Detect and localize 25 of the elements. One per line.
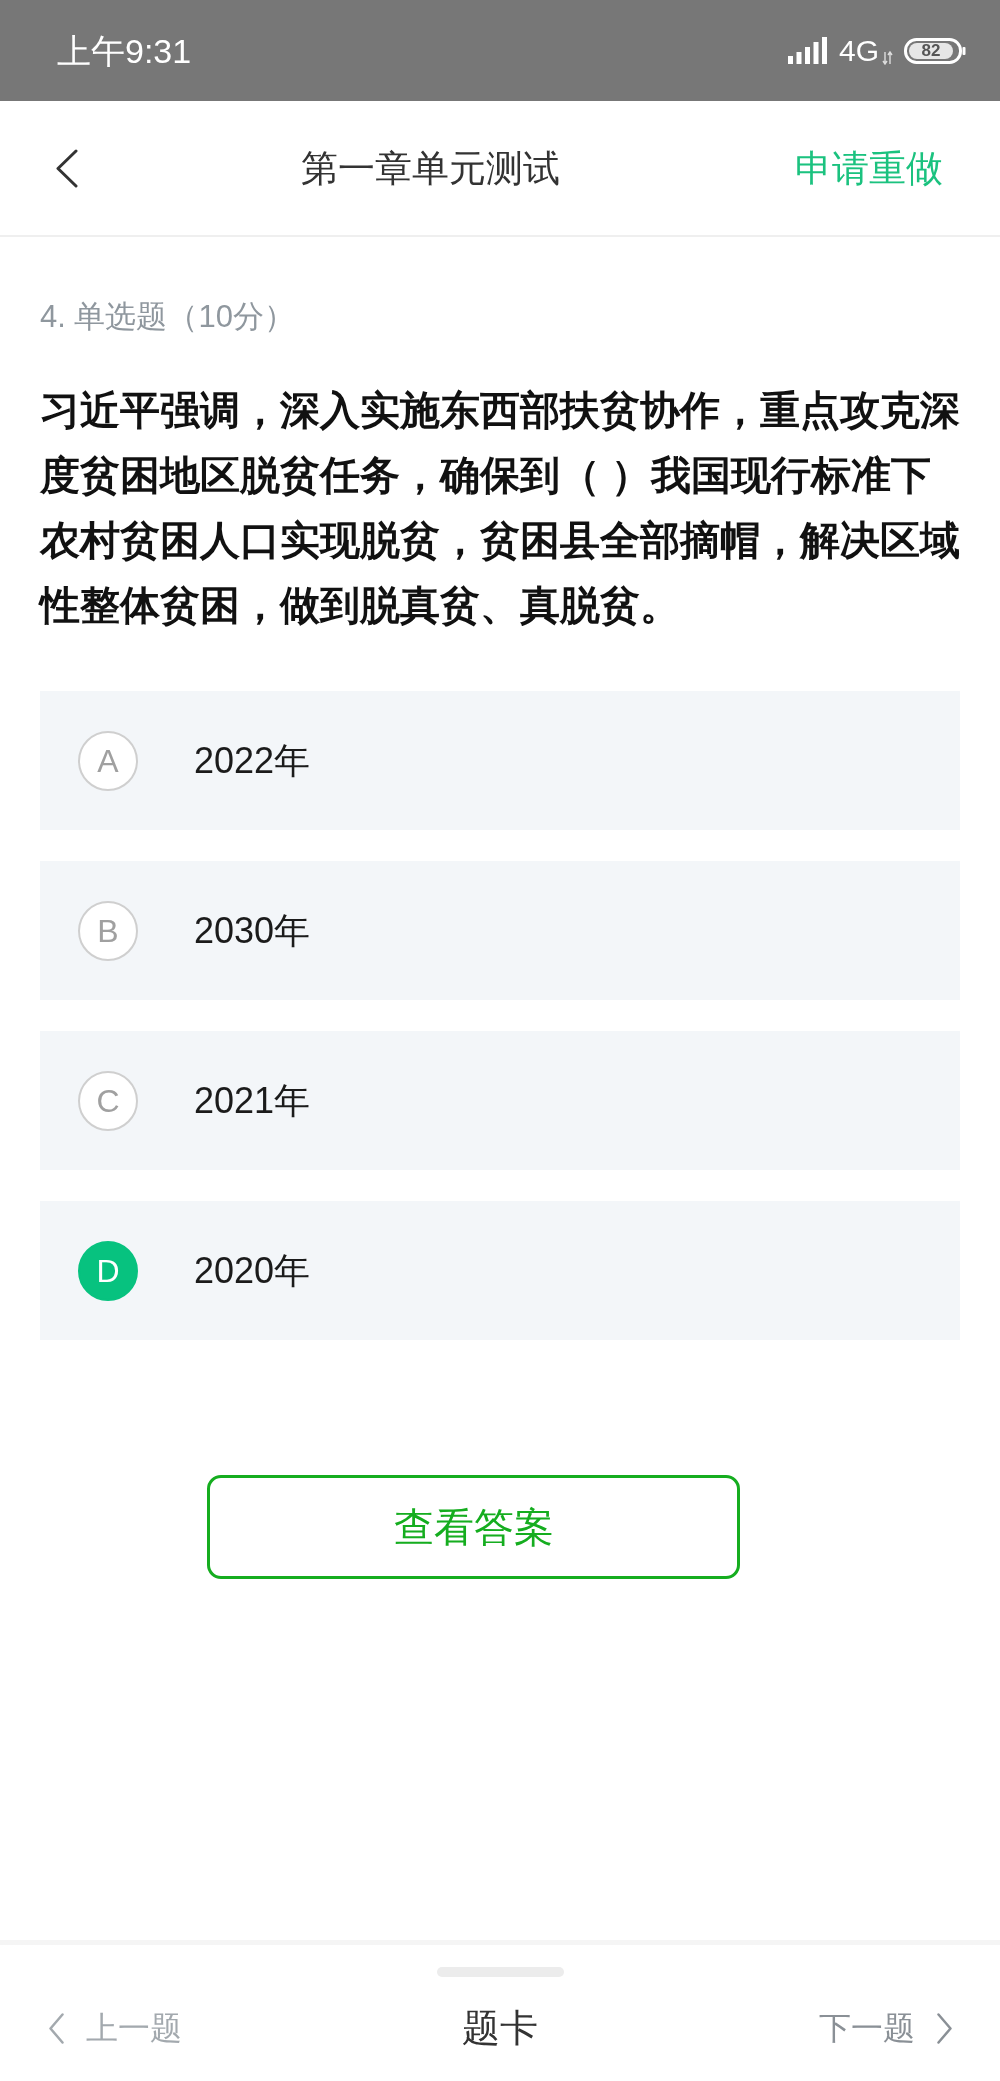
option-text: 2021年	[194, 1082, 311, 1119]
battery-icon	[904, 37, 966, 64]
option-text: 2020年	[194, 1252, 311, 1289]
question-card-button[interactable]: 题卡	[462, 2009, 538, 2047]
answer-option[interactable]: D 2020年	[40, 1201, 960, 1340]
question-type-label: 4. 单选题（10分）	[40, 298, 296, 336]
option-letter-marker: C	[78, 1070, 138, 1131]
chevron-left-icon	[49, 2012, 64, 2044]
battery-percent: 82	[921, 42, 941, 59]
chevron-left-icon	[56, 148, 78, 188]
data-transfer-icon	[882, 50, 893, 65]
chevron-right-icon	[937, 2012, 952, 2044]
option-letter-marker: B	[78, 900, 138, 961]
answer-option[interactable]: B 2030年	[40, 861, 960, 1000]
option-letter-marker: D	[78, 1240, 138, 1301]
page-title: 第一章单元测试	[301, 149, 560, 187]
answer-option[interactable]: C 2021年	[40, 1031, 960, 1170]
option-letter-marker: A	[78, 730, 138, 791]
answer-option[interactable]: A 2022年	[40, 691, 960, 830]
option-text: 2022年	[194, 742, 311, 779]
option-text: 2030年	[194, 912, 311, 949]
network-type: 4G	[838, 35, 879, 66]
status-time: 上午9:31	[57, 33, 192, 68]
question-text: 习近平强调，深入实施东西部扶贫协作，重点攻克深度贫困地区脱贫任务，确保到（ ）我国现行标准下农村贫困人口实现脱贫，贫困县全部摘帽，解决区域性整体贫困，做到脱真贫、真脱贫。	[40, 387, 961, 629]
signal-icon	[787, 37, 827, 64]
